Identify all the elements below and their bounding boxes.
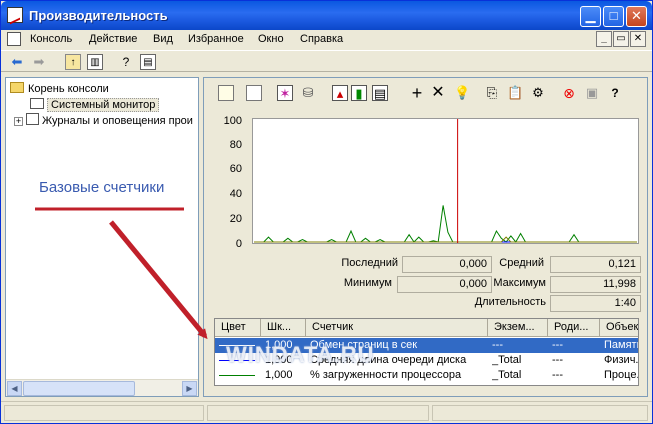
app-window: Производительность ▁ □ ✕ Консоль Действи… [0,0,653,424]
annotation-arrow [109,220,208,340]
watermark: WINDATA.RU [226,342,375,367]
